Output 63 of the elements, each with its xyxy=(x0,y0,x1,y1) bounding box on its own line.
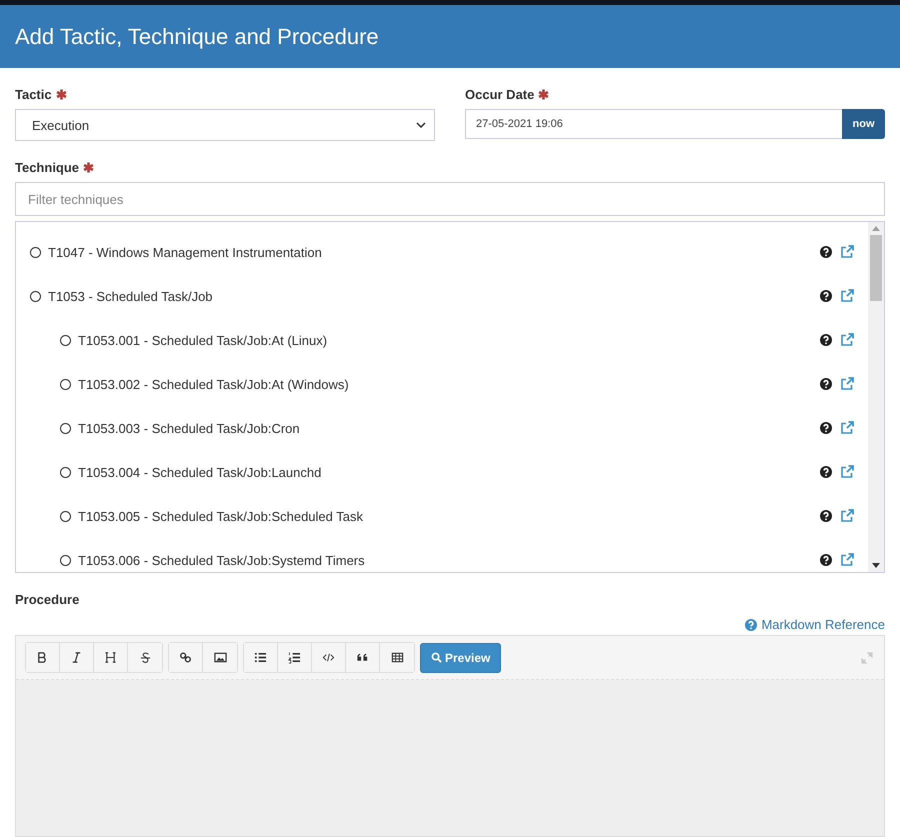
help-icon[interactable] xyxy=(820,246,832,258)
external-link-icon[interactable] xyxy=(840,377,854,391)
radio-button[interactable] xyxy=(60,466,71,478)
italic-icon xyxy=(70,651,83,664)
help-icon[interactable] xyxy=(820,466,832,478)
radio-button[interactable] xyxy=(60,554,71,566)
preview-button[interactable]: Preview xyxy=(420,642,502,672)
external-link-icon[interactable] xyxy=(840,245,854,259)
technique-label[interactable]: T1053.003 - Scheduled Task/Job:Cron xyxy=(78,420,300,436)
help-icon xyxy=(745,618,758,630)
bulleted-list-icon xyxy=(254,651,267,664)
quote-icon xyxy=(356,651,369,664)
technique-label[interactable]: T1053.004 - Scheduled Task/Job:Launchd xyxy=(78,464,322,480)
help-icon[interactable] xyxy=(820,554,832,566)
search-icon xyxy=(431,652,442,663)
radio-button[interactable] xyxy=(60,378,71,390)
external-link-icon[interactable] xyxy=(840,509,854,523)
scrollbar-thumb[interactable] xyxy=(870,235,882,301)
radio-button[interactable] xyxy=(30,290,41,302)
external-link-icon[interactable] xyxy=(840,553,854,567)
external-link-icon[interactable] xyxy=(840,421,854,435)
field-label: Occur Date xyxy=(465,87,534,102)
help-icon[interactable] xyxy=(820,510,832,522)
field-label: Technique xyxy=(15,160,80,175)
scroll-down-arrow-icon[interactable] xyxy=(872,563,880,568)
field-label: Procedure xyxy=(15,592,80,607)
technique-label[interactable]: T1053.006 - Scheduled Task/Job:Systemd Timers xyxy=(78,552,365,568)
code-icon xyxy=(322,651,335,664)
markdown-reference-link[interactable]: Markdown Reference xyxy=(745,617,885,632)
now-button[interactable]: now xyxy=(842,109,885,139)
bullets-button[interactable] xyxy=(244,643,278,672)
external-link-icon[interactable] xyxy=(840,465,854,479)
numbered-list-icon xyxy=(288,651,301,664)
strikethrough-icon xyxy=(138,651,152,664)
link-icon xyxy=(179,651,192,664)
scrollbar[interactable] xyxy=(868,222,884,572)
technique-label[interactable]: T1053 - Scheduled Task/Job xyxy=(48,288,213,304)
external-link-icon[interactable] xyxy=(840,289,854,303)
heading-icon xyxy=(104,651,117,664)
field-label: Tactic xyxy=(15,87,52,102)
radio-button[interactable] xyxy=(60,422,71,434)
image-icon xyxy=(214,651,226,664)
help-icon[interactable] xyxy=(820,378,832,390)
help-icon[interactable] xyxy=(820,290,832,302)
technique-label[interactable]: T1053.001 - Scheduled Task/Job:At (Linux) xyxy=(78,332,328,348)
table-icon xyxy=(390,651,404,664)
radio-button[interactable] xyxy=(60,510,71,522)
technique-label[interactable]: T1053.005 - Scheduled Task/Job:Scheduled Task xyxy=(78,508,363,524)
dialog-title: Add Tactic, Technique and Procedure xyxy=(15,24,379,50)
help-icon[interactable] xyxy=(820,422,832,434)
link-button[interactable] xyxy=(169,643,203,672)
technique-label[interactable]: T1053.002 - Scheduled Task/Job:At (Windows) xyxy=(78,376,349,392)
radio-button[interactable] xyxy=(30,246,41,258)
help-icon[interactable] xyxy=(820,334,832,346)
dropdown-caret-icon[interactable] xyxy=(416,122,426,128)
technique-label[interactable]: T1047 - Windows Management Instrumentation xyxy=(48,244,322,260)
filter-field[interactable]: Filter techniques xyxy=(15,182,885,216)
external-link-icon[interactable] xyxy=(840,333,854,347)
tactic-select[interactable]: Execution xyxy=(15,109,435,141)
radio-button[interactable] xyxy=(60,334,71,346)
date-field[interactable]: 27-05-2021 19:06 xyxy=(465,109,842,139)
bold-button[interactable] xyxy=(26,643,60,672)
bold-icon xyxy=(36,651,49,664)
